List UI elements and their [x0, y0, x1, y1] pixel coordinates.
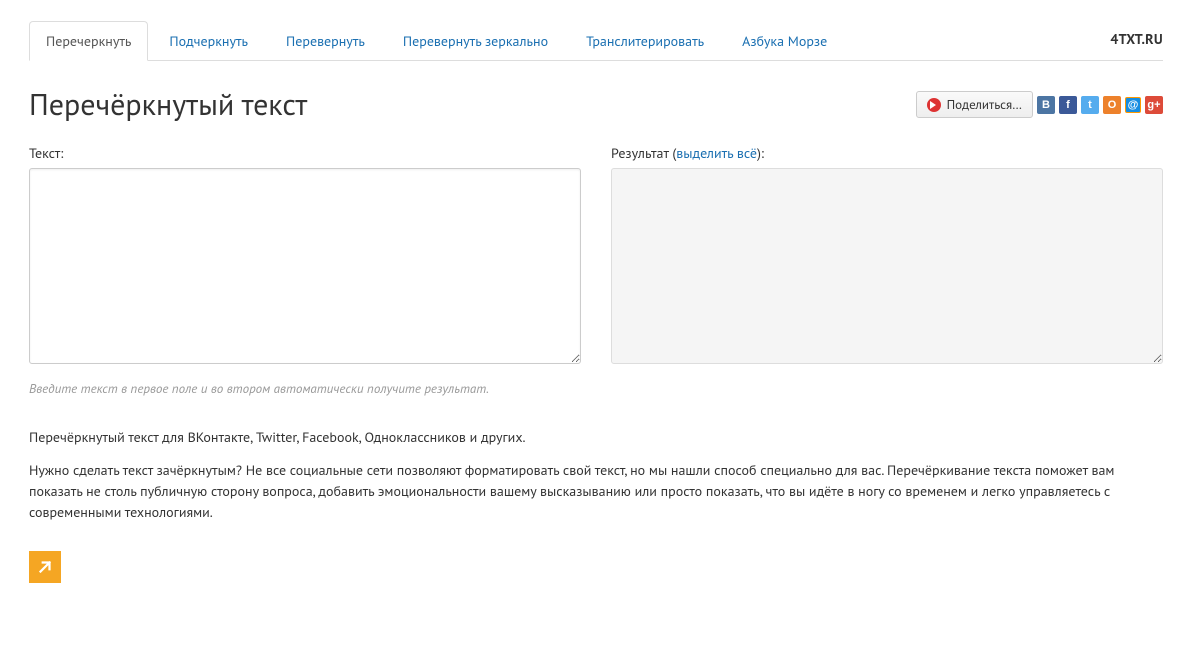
tab-underline[interactable]: Подчеркнуть [152, 21, 265, 61]
output-column: Результат (выделить всё): [611, 144, 1163, 368]
tab-mirror[interactable]: Перевернуть зеркально [386, 21, 565, 61]
top-nav: Перечеркнуть Подчеркнуть Перевернуть Пер… [29, 20, 1163, 61]
share-facebook-icon[interactable]: f [1059, 96, 1077, 114]
output-label-prefix: Результат ( [611, 144, 676, 162]
input-column: Текст: [29, 144, 581, 368]
megaphone-icon [927, 98, 941, 112]
tab-transliterate[interactable]: Транслитерировать [569, 21, 721, 61]
share-bar: Поделиться… B f t O @ g+ [916, 91, 1163, 118]
tab-morse[interactable]: Азбука Морзе [725, 21, 844, 61]
site-brand: 4TXT.RU [1110, 20, 1163, 60]
arrow-up-right-icon [36, 558, 54, 576]
tab-strikethrough[interactable]: Перечеркнуть [29, 21, 148, 61]
output-label-suffix: ): [757, 144, 764, 162]
counter-badge[interactable] [29, 551, 61, 583]
output-label: Результат (выделить всё): [611, 144, 1163, 162]
share-odnoklassniki-icon[interactable]: O [1103, 96, 1121, 114]
share-button-label: Поделиться… [947, 96, 1022, 113]
input-hint: Введите текст в первое поле и во втором … [29, 380, 1163, 397]
share-mailru-icon[interactable]: @ [1125, 97, 1141, 113]
tabs: Перечеркнуть Подчеркнуть Перевернуть Пер… [29, 20, 848, 60]
share-twitter-icon[interactable]: t [1081, 96, 1099, 114]
page-title: Перечёркнутый текст [29, 85, 916, 124]
input-label: Текст: [29, 144, 581, 162]
select-all-link[interactable]: выделить всё [676, 144, 757, 162]
result-text-output[interactable] [611, 168, 1163, 364]
description: Перечёркнутый текст для ВКонтакте, Twitt… [29, 427, 1163, 523]
description-line-2: Нужно сделать текст зачёркнутым? Не все … [29, 460, 1163, 523]
tab-flip[interactable]: Перевернуть [269, 21, 382, 61]
share-vk-icon[interactable]: B [1037, 96, 1055, 114]
description-line-1: Перечёркнутый текст для ВКонтакте, Twitt… [29, 427, 1163, 448]
share-googleplus-icon[interactable]: g+ [1145, 96, 1163, 114]
source-text-input[interactable] [29, 168, 581, 364]
share-button[interactable]: Поделиться… [916, 91, 1033, 118]
